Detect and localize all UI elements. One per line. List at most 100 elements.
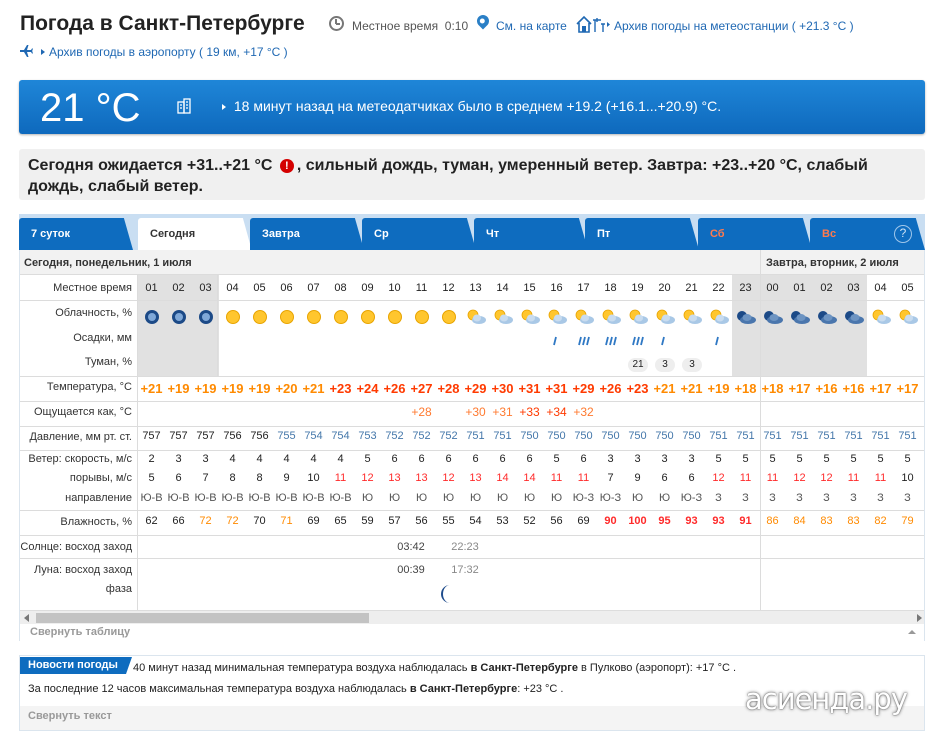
- feels-like-cell: +30: [465, 405, 486, 419]
- row-divider: [20, 450, 924, 451]
- collapse-text-link[interactable]: Свернуть текст: [28, 710, 112, 722]
- scroll-left-arrow-icon[interactable]: [24, 614, 29, 622]
- page-title: Погода в Санкт-Петербурге: [20, 12, 305, 35]
- hour-cell: 16: [550, 282, 563, 294]
- row-divider: [20, 401, 924, 402]
- night-clear-icon: [145, 310, 159, 324]
- collapse-table-link[interactable]: Свернуть таблицу: [30, 626, 130, 638]
- gust-cell: 6: [175, 472, 182, 484]
- hour-cell: 00: [766, 282, 779, 294]
- gust-cell: 10: [307, 472, 320, 484]
- wind-direction-cell: Ю-В: [275, 492, 298, 504]
- temperature-cell: +18: [761, 381, 784, 396]
- pressure-cell: 752: [439, 430, 458, 442]
- humidity-cell: 71: [280, 515, 293, 527]
- sunrise-value: 03:42: [397, 541, 425, 553]
- gust-cell: 7: [607, 472, 614, 484]
- tab-3[interactable]: Завтра: [250, 218, 364, 250]
- pressure-cell: 751: [763, 430, 782, 442]
- pressure-cell: 753: [358, 430, 377, 442]
- tab-5[interactable]: Чт: [474, 218, 588, 250]
- news-line-2-tail: : +23 °C .: [517, 683, 564, 695]
- gust-cell: 5: [148, 472, 155, 484]
- sun-icon: [307, 310, 321, 324]
- warning-icon[interactable]: !: [279, 159, 294, 173]
- gust-cell: 9: [283, 472, 290, 484]
- airport-archive-row[interactable]: Архив погоды в аэропорту ( 19 км, +17 °C…: [19, 44, 288, 59]
- temperature-cell: +31: [518, 381, 541, 396]
- help-icon[interactable]: ?: [894, 225, 912, 243]
- feels-like-cell: +34: [546, 405, 567, 419]
- hour-cell: 05: [253, 282, 266, 294]
- night-clear-icon: [172, 310, 186, 324]
- gust-cell: 13: [415, 472, 428, 484]
- horizontal-scrollbar[interactable]: [20, 610, 924, 624]
- collapse-up-icon[interactable]: [908, 630, 916, 634]
- tab-7[interactable]: Сб: [698, 218, 812, 250]
- wind-direction-cell: Ю: [469, 492, 482, 504]
- hourly-forecast-table: Сегодня, понедельник, 1 июля Завтра, вто…: [19, 250, 925, 641]
- row-label-gusts: порывы, м/с: [69, 472, 132, 484]
- row-divider: [20, 426, 924, 427]
- pressure-cell: 750: [682, 430, 701, 442]
- tab-2[interactable]: Сегодня: [138, 218, 252, 251]
- humidity-cell: 54: [469, 515, 482, 527]
- heavy-rain-icon: [578, 336, 590, 346]
- sun-cloud-icon: [656, 309, 675, 324]
- sun-icon: [334, 310, 348, 324]
- hour-cell: 18: [604, 282, 617, 294]
- map-link[interactable]: См. на карте: [496, 19, 567, 33]
- gust-cell: 8: [256, 472, 263, 484]
- row-label-phase: фаза: [105, 583, 132, 595]
- news-line-2-city[interactable]: в Санкт-Петербурге: [410, 683, 517, 695]
- hour-cell: 03: [847, 282, 860, 294]
- row-divider: [20, 558, 924, 559]
- gust-cell: 12: [712, 472, 725, 484]
- night-clear-icon: [199, 310, 213, 324]
- temperature-cell: +19: [707, 381, 730, 396]
- gust-cell: 12: [793, 472, 806, 484]
- local-time-label: Местное время: [352, 19, 439, 33]
- current-temperature: 21 °C: [40, 86, 141, 130]
- wind-speed-cell: 5: [850, 453, 857, 465]
- wind-direction-cell: З: [823, 492, 830, 504]
- wind-direction-cell: Ю: [523, 492, 536, 504]
- pressure-cell: 751: [871, 430, 890, 442]
- row-label-pressure: Давление, мм рт. ст.: [29, 431, 132, 443]
- sun-cloud-icon: [899, 309, 918, 324]
- humidity-cell: 56: [550, 515, 563, 527]
- temperature-cell: +16: [815, 381, 838, 396]
- wind-speed-cell: 6: [472, 453, 479, 465]
- humidity-cell: 72: [226, 515, 239, 527]
- wind-direction-cell: Ю-З: [572, 492, 595, 504]
- sun-cloud-icon: [467, 309, 486, 324]
- station-archive-link[interactable]: Архив погоды на метеостанции ( +21.3 °C …: [614, 19, 854, 33]
- tab-4[interactable]: Ср: [362, 218, 476, 250]
- wind-speed-cell: 6: [445, 453, 452, 465]
- tab-1[interactable]: 7 суток: [19, 218, 133, 250]
- temperature-cell: +26: [383, 381, 406, 396]
- hour-cell: 04: [226, 282, 239, 294]
- pressure-cell: 751: [709, 430, 728, 442]
- tab-6[interactable]: Пт: [585, 218, 699, 250]
- humidity-cell: 65: [334, 515, 347, 527]
- weather-station-icon: [576, 15, 610, 33]
- building-icon: [177, 98, 191, 114]
- row-label-precip: Осадки, мм: [73, 332, 132, 344]
- row-label-temp: Температура, °C: [46, 381, 132, 393]
- pressure-cell: 750: [628, 430, 647, 442]
- pressure-cell: 751: [844, 430, 863, 442]
- scrollbar-thumb[interactable]: [36, 613, 369, 623]
- airport-archive-link[interactable]: Архив погоды в аэропорту ( 19 км, +17 °C…: [49, 45, 288, 59]
- wind-speed-cell: 5: [364, 453, 371, 465]
- pressure-cell: 757: [196, 430, 215, 442]
- temperature-cell: +28: [437, 381, 460, 396]
- temperature-cell: +20: [275, 381, 298, 396]
- gust-cell: 12: [820, 472, 833, 484]
- wind-speed-cell: 4: [310, 453, 317, 465]
- scroll-right-arrow-icon[interactable]: [917, 614, 922, 622]
- temperature-cell: +23: [329, 381, 352, 396]
- news-line-1-city[interactable]: в Санкт-Петербурге: [471, 662, 578, 674]
- wind-speed-cell: 5: [715, 453, 722, 465]
- pressure-cell: 751: [493, 430, 512, 442]
